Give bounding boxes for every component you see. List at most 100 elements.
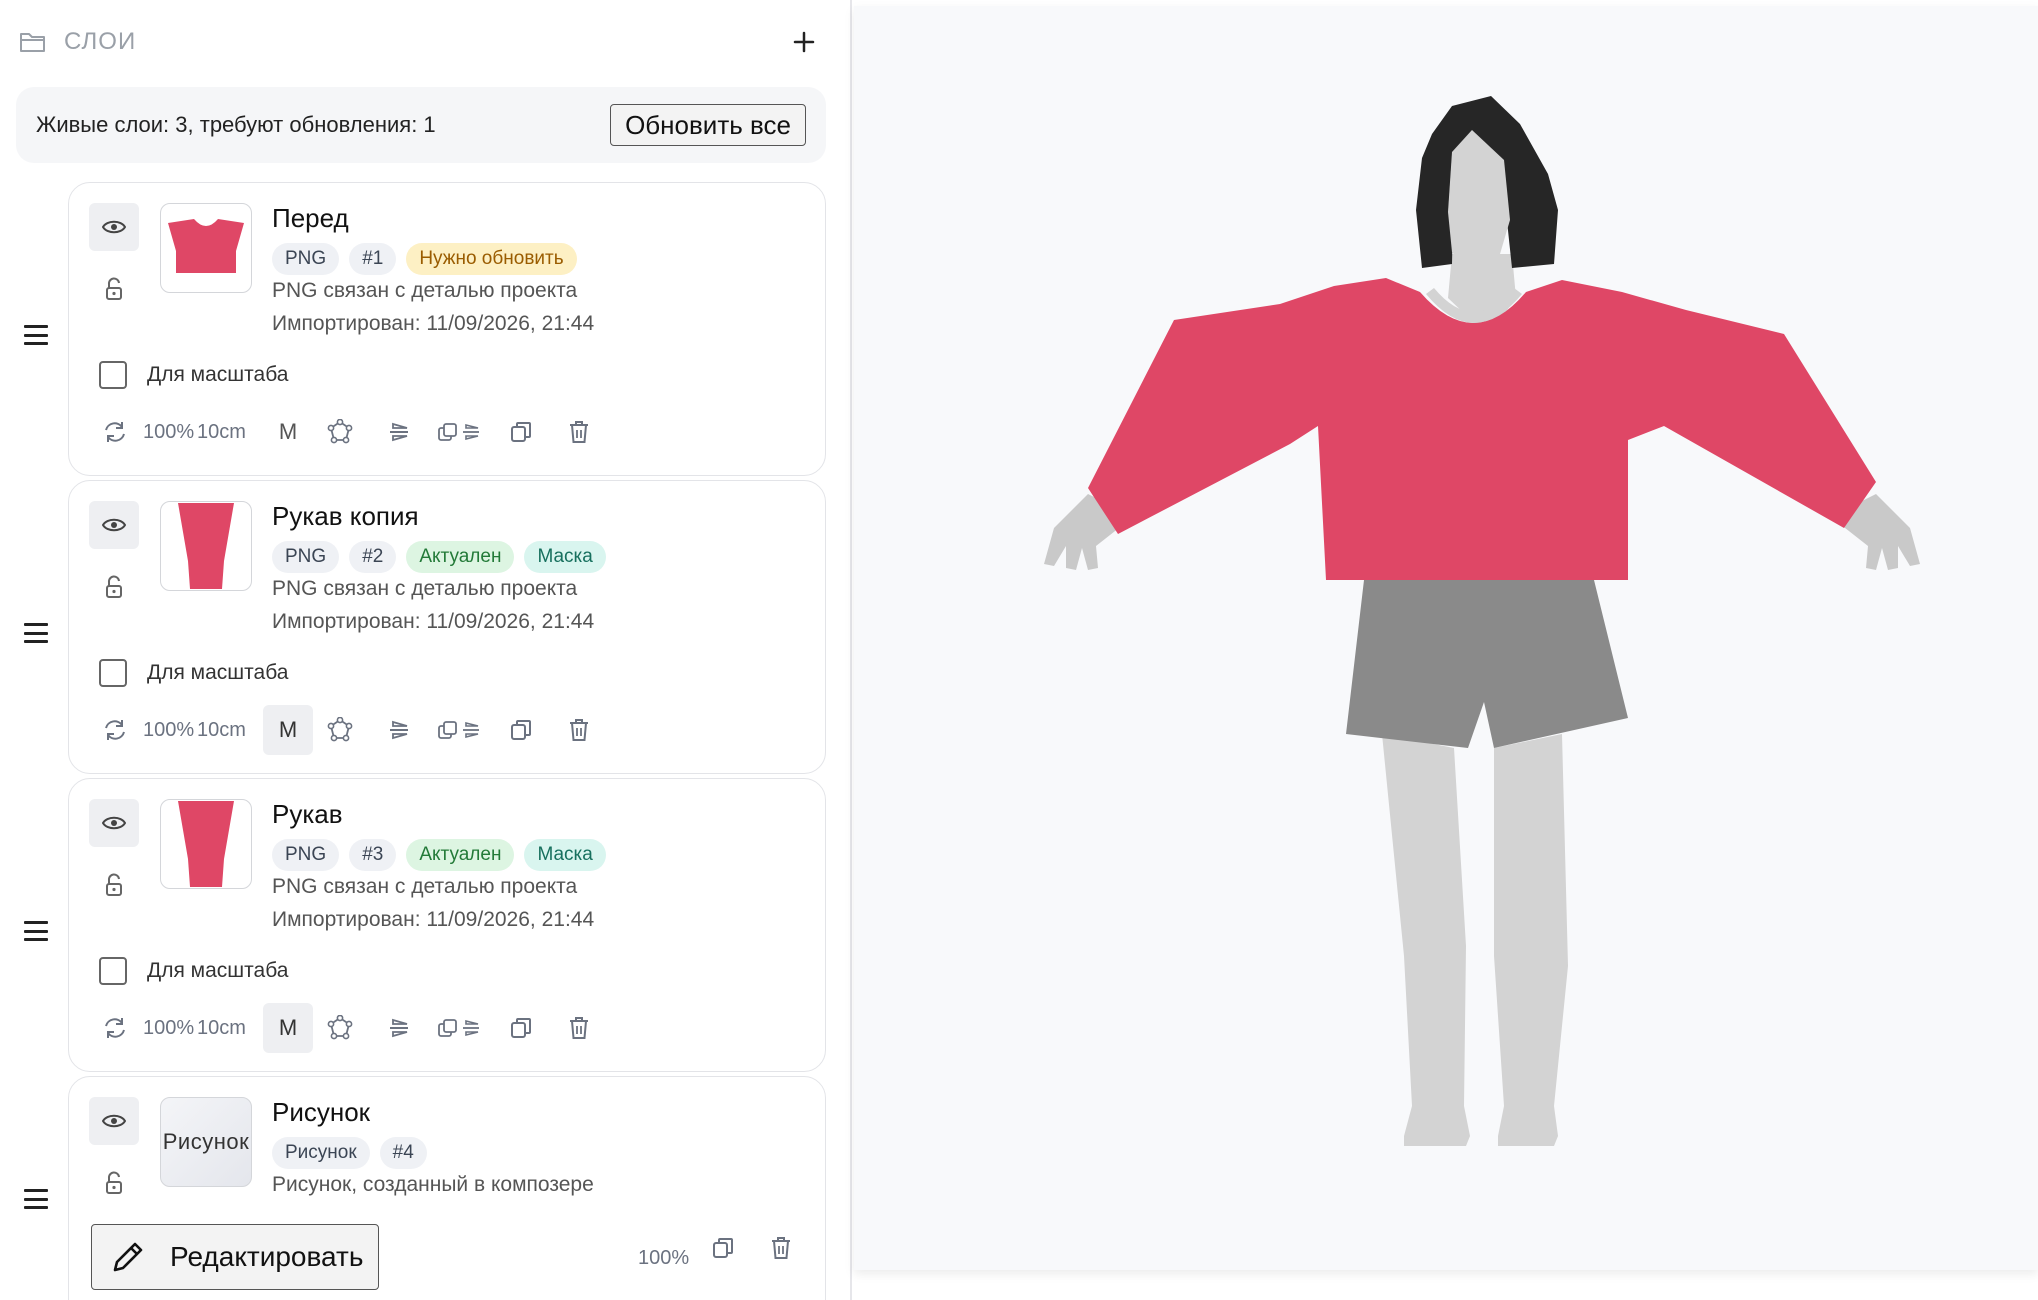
- scale-option: Для масштаба: [99, 659, 288, 687]
- rotate-icon: [105, 422, 125, 442]
- lock-toggle[interactable]: [89, 269, 139, 309]
- copy-icon: [713, 1238, 733, 1258]
- layer-name: Рукав копия: [272, 501, 419, 531]
- edit-drawing-button[interactable]: Редактировать: [91, 1224, 379, 1290]
- layer-name: Перед: [272, 203, 349, 233]
- update-all-button[interactable]: Обновить все: [610, 104, 806, 146]
- scale-label: Для масштаба: [147, 363, 289, 386]
- layer-card[interactable]: Рукав PNG #3 Актуален Маска PNG связан с…: [68, 778, 826, 1072]
- index-tag: #1: [349, 243, 397, 275]
- scale-checkbox[interactable]: [99, 957, 127, 985]
- copy-icon: [511, 422, 531, 442]
- scale-checkbox[interactable]: [99, 361, 127, 389]
- transform-button[interactable]: [324, 407, 356, 457]
- layer-card[interactable]: Рисунок Рисунок Рисунок #4 Рисунок, созд…: [68, 1076, 826, 1300]
- add-layer-button[interactable]: [782, 20, 826, 64]
- status-text: Живые слои: 3, требуют обновления: 1: [36, 112, 436, 137]
- zoom-value: 100%: [638, 1247, 690, 1269]
- m-button[interactable]: M: [263, 407, 313, 457]
- copy-button[interactable]: [707, 1223, 739, 1273]
- layer-imported: Импортирован: 11/09/2026, 21:44: [272, 908, 595, 931]
- layer-description: PNG связан с деталью проекта: [272, 875, 578, 898]
- delete-button[interactable]: [563, 705, 595, 755]
- lock-open-icon: [106, 1171, 122, 1194]
- layer-thumbnail: [160, 799, 252, 889]
- copy-icon: [511, 720, 531, 740]
- preview-canvas[interactable]: [854, 6, 2038, 1270]
- lock-toggle[interactable]: [89, 1163, 139, 1203]
- duplicate-flip-button[interactable]: [437, 407, 481, 457]
- zoom-value: 100%: [143, 420, 195, 443]
- rotate-icon: [105, 1018, 125, 1038]
- index-tag: #4: [379, 1137, 427, 1169]
- type-tag: Рисунок: [272, 1137, 370, 1169]
- eye-icon: [102, 1114, 126, 1128]
- duplicate-flip-button[interactable]: [437, 1003, 481, 1053]
- copy-button[interactable]: [505, 705, 537, 755]
- refresh-button[interactable]: [99, 407, 131, 457]
- mask-badge: Маска: [524, 839, 606, 871]
- visibility-toggle[interactable]: [89, 799, 139, 847]
- lock-open-icon: [106, 873, 122, 896]
- drag-handle-icon[interactable]: [24, 1189, 48, 1209]
- duplicate-flip-icon: [438, 721, 479, 739]
- flip-button[interactable]: [383, 1003, 415, 1053]
- drag-handle-icon[interactable]: [24, 623, 48, 643]
- visibility-toggle[interactable]: [89, 203, 139, 251]
- layer-thumbnail: [160, 501, 252, 591]
- m-button[interactable]: M: [263, 1003, 313, 1053]
- scale-label: Для масштаба: [147, 959, 289, 982]
- folder-icon: [18, 27, 48, 57]
- trash-icon: [772, 1237, 790, 1259]
- flip-icon: [390, 720, 408, 740]
- lock-open-icon: [106, 575, 122, 598]
- left-leg: [1382, 734, 1470, 1146]
- scale-label: Для масштаба: [147, 661, 289, 684]
- zoom-value: 100%: [143, 1016, 195, 1039]
- visibility-toggle[interactable]: [89, 1097, 139, 1145]
- layer-name: Рукав: [272, 799, 343, 829]
- layer-thumbnail: Рисунок: [160, 1097, 252, 1187]
- copy-button[interactable]: [505, 407, 537, 457]
- type-tag: PNG: [272, 541, 340, 573]
- layer-description: PNG связан с деталью проекта: [272, 577, 578, 600]
- layer-thumbnail: [160, 203, 252, 293]
- lock-toggle[interactable]: [89, 865, 139, 905]
- layer-description: PNG связан с деталью проекта: [272, 279, 578, 302]
- duplicate-flip-icon: [438, 1019, 479, 1037]
- mannequin-preview: [1044, 96, 1920, 1146]
- layer-card[interactable]: Перед PNG #1 Нужно обновить PNG связан с…: [68, 182, 826, 476]
- layer-card[interactable]: Рукав копия PNG #2 Актуален Маска PNG св…: [68, 480, 826, 774]
- eye-icon: [102, 518, 126, 532]
- scale-option: Для масштаба: [99, 361, 288, 389]
- delete-button[interactable]: [563, 1003, 595, 1053]
- sweater: [1088, 278, 1876, 580]
- delete-button[interactable]: [563, 407, 595, 457]
- m-button[interactable]: M: [263, 705, 313, 755]
- transform-button[interactable]: [324, 1003, 356, 1053]
- trash-icon: [570, 1017, 588, 1039]
- scale-checkbox[interactable]: [99, 659, 127, 687]
- live-layers-status: Живые слои: 3, требуют обновления: 1 Обн…: [16, 87, 826, 163]
- visibility-toggle[interactable]: [89, 501, 139, 549]
- drag-handle-icon[interactable]: [24, 921, 48, 941]
- delete-button[interactable]: [765, 1223, 797, 1273]
- thumbnail-text: Рисунок: [162, 1129, 250, 1154]
- duplicate-flip-button[interactable]: [437, 705, 481, 755]
- drag-handle-icon[interactable]: [24, 325, 48, 345]
- transform-button[interactable]: [324, 705, 356, 755]
- flip-button[interactable]: [383, 407, 415, 457]
- lock-toggle[interactable]: [89, 567, 139, 607]
- copy-button[interactable]: [505, 1003, 537, 1053]
- status-badge: Актуален: [406, 839, 515, 871]
- refresh-button[interactable]: [99, 1003, 131, 1053]
- pencil-icon: [113, 1242, 143, 1272]
- zoom-value: 100%: [143, 718, 195, 741]
- layers-panel: СЛОИ Живые слои: 3, требуют обновления: …: [0, 0, 852, 1300]
- copy-icon: [511, 1018, 531, 1038]
- refresh-button[interactable]: [99, 705, 131, 755]
- duplicate-flip-icon: [438, 423, 479, 441]
- flip-button[interactable]: [383, 705, 415, 755]
- layer-toolbar: 100% 10cm M: [99, 407, 799, 457]
- layer-tags: PNG #3 Актуален Маска: [272, 839, 606, 871]
